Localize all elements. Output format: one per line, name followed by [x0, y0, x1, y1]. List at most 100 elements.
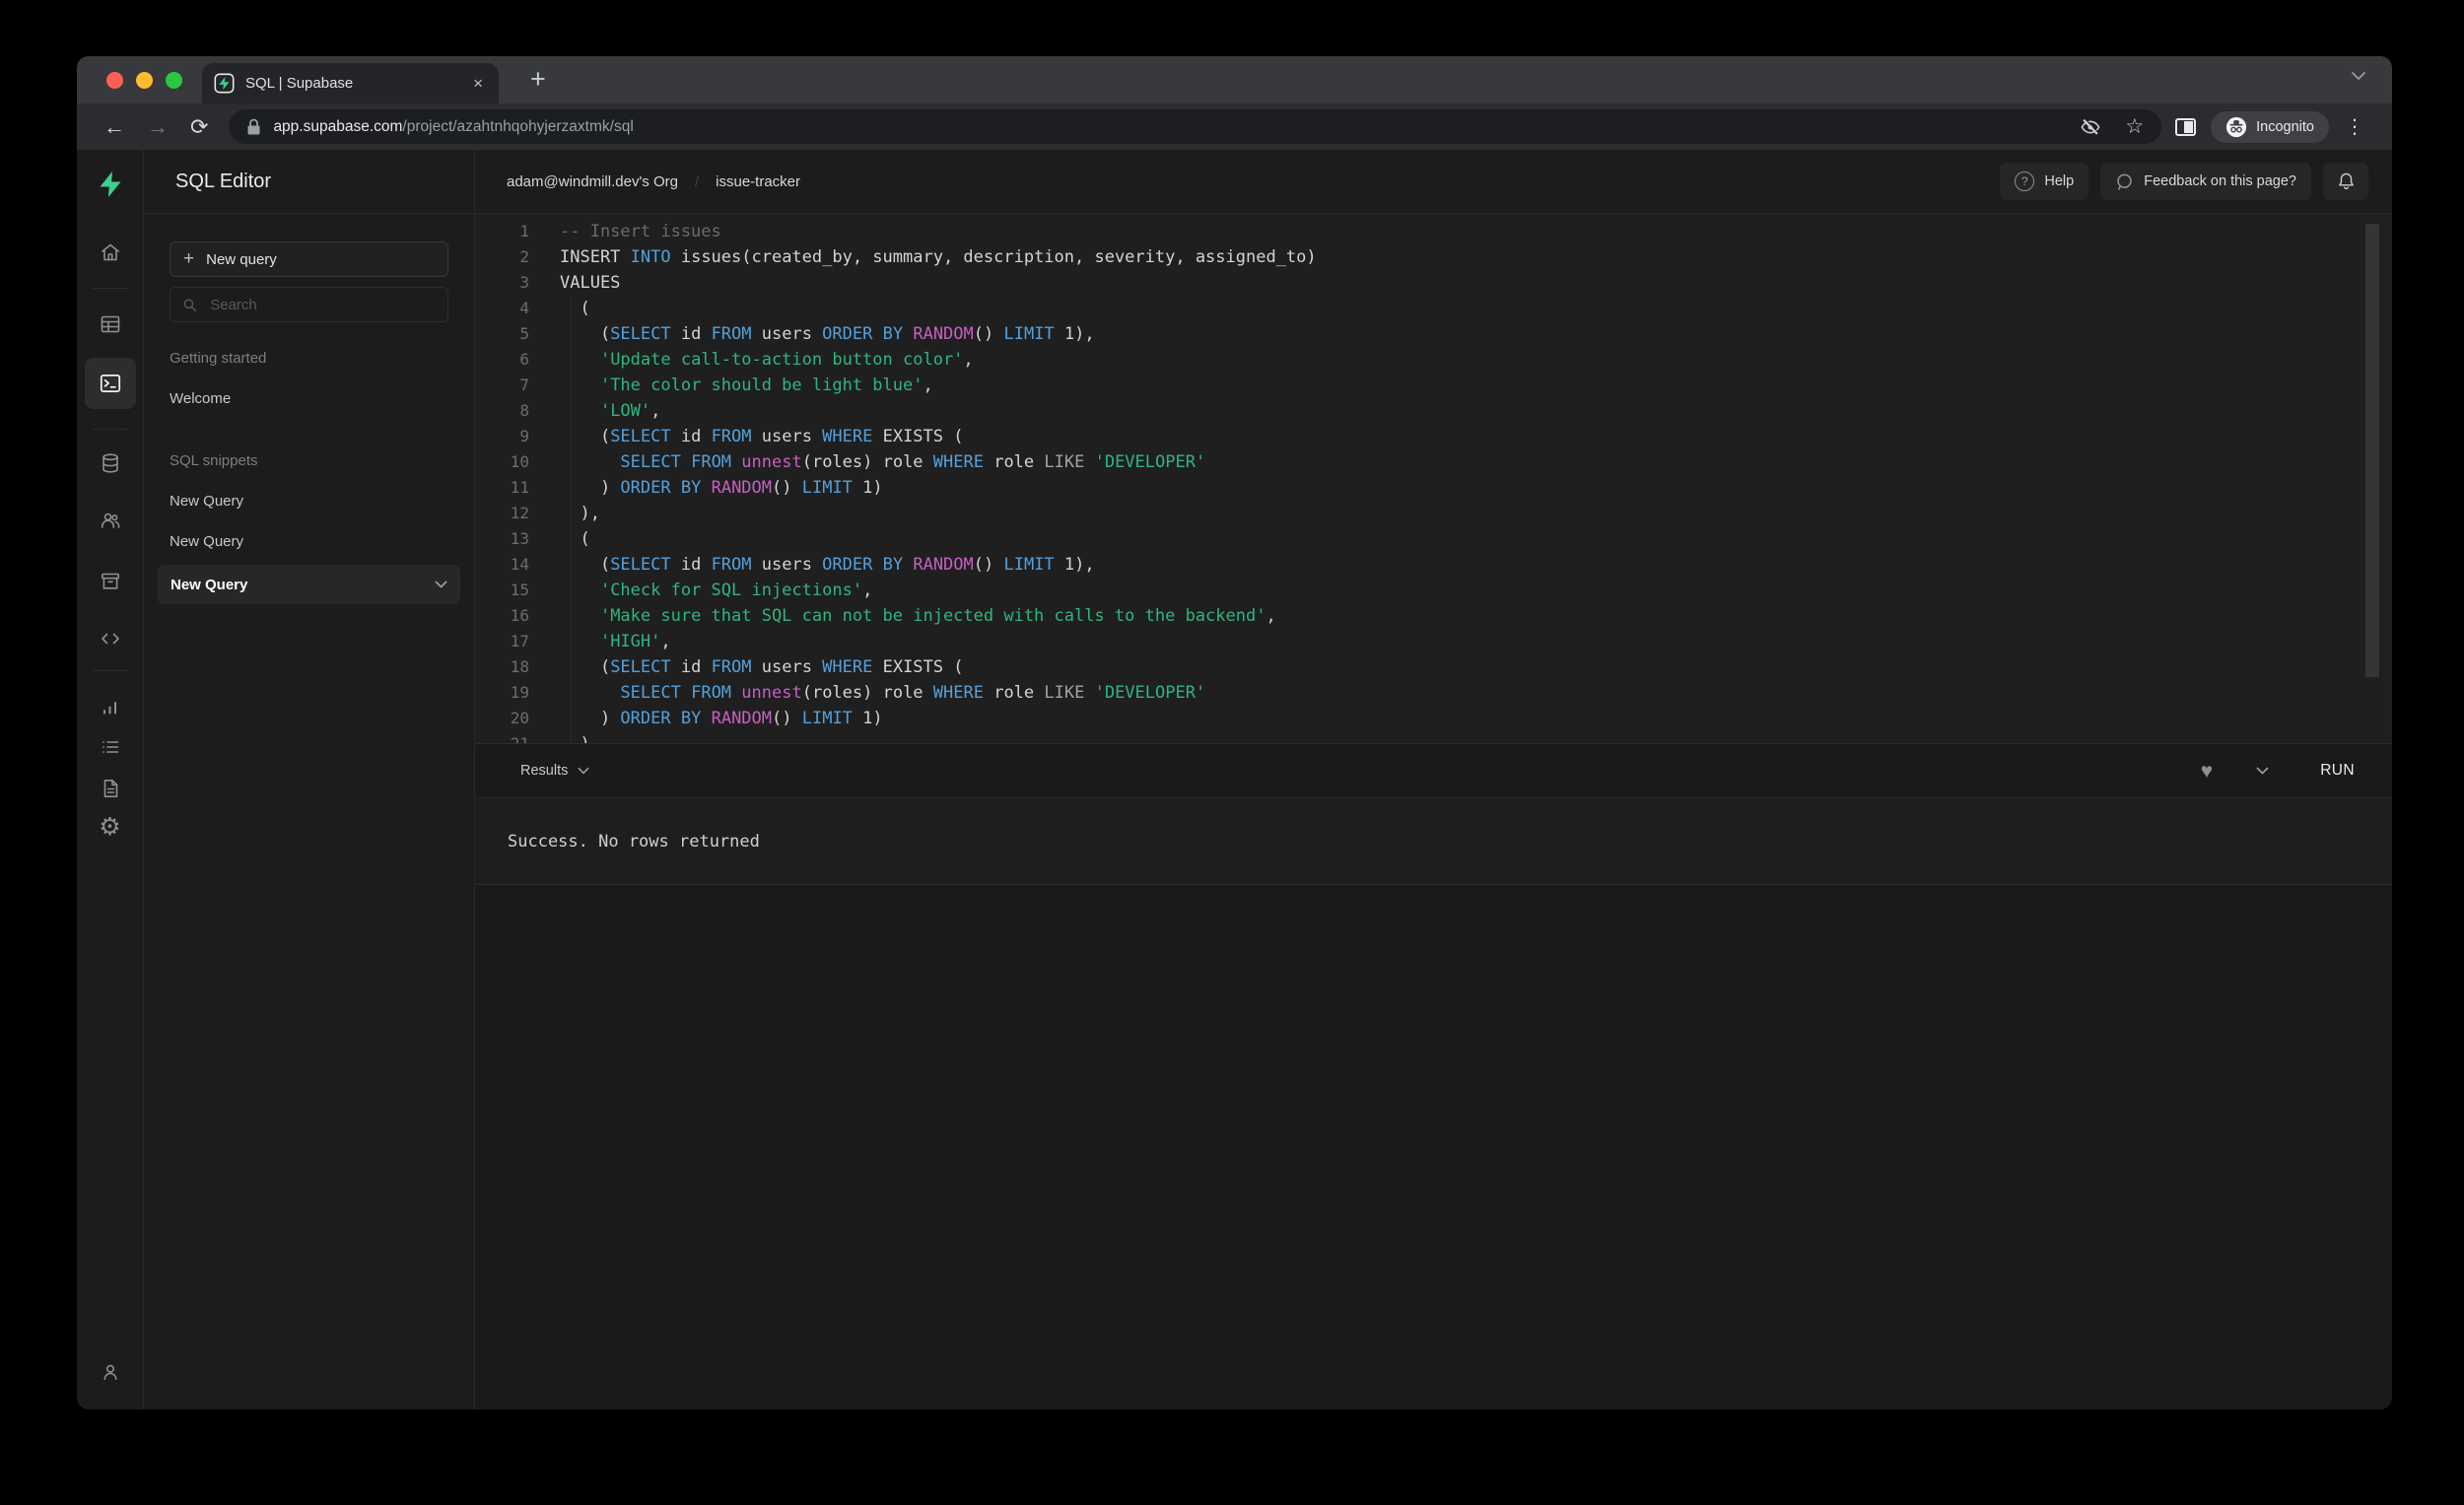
- sidebar-item-snippet[interactable]: New Query: [170, 533, 448, 550]
- tab-close-icon[interactable]: ×: [469, 73, 487, 94]
- line-number: 14: [510, 555, 529, 574]
- results-header: Results ♥ RUN: [475, 743, 2392, 798]
- code-line[interactable]: 16 'Make sure that SQL can not be inject…: [475, 603, 2392, 629]
- main-area: adam@windmill.dev's Org / issue-tracker …: [475, 150, 2392, 1409]
- side-panel-icon[interactable]: [2175, 117, 2197, 136]
- storage-archive-icon[interactable]: [99, 570, 122, 593]
- account-person-icon[interactable]: [99, 1360, 122, 1384]
- snippet-search[interactable]: [170, 287, 448, 322]
- editor-scrollbar[interactable]: [2365, 224, 2379, 677]
- panel-header: SQL Editor: [144, 150, 474, 214]
- code-line[interactable]: 1 -- Insert issues: [475, 219, 2392, 244]
- code-line[interactable]: 20 ) ORDER BY RANDOM() LIMIT 1): [475, 706, 2392, 731]
- chevron-down-icon[interactable]: [435, 581, 447, 588]
- sidebar-item-snippet-active[interactable]: New Query: [158, 565, 460, 604]
- browser-tab[interactable]: SQL | Supabase ×: [202, 63, 499, 103]
- tab-strip: SQL | Supabase × +: [77, 56, 2392, 103]
- search-input[interactable]: [208, 295, 436, 314]
- line-number: 2: [519, 247, 529, 266]
- line-number: 4: [519, 299, 529, 317]
- window-controls: [106, 72, 182, 89]
- code-editor[interactable]: 1 -- Insert issues 2 INSERT INTO issues(cre…: [475, 214, 2392, 743]
- run-options-chevron-icon[interactable]: [2256, 767, 2269, 775]
- line-number: 18: [510, 657, 529, 676]
- page-title: SQL Editor: [175, 170, 272, 192]
- supabase-app: ⚙ SQL Editor + New query Search Getting …: [77, 150, 2392, 1409]
- code-line[interactable]: 4 (: [475, 296, 2392, 321]
- bookmark-star-icon[interactable]: ☆: [2125, 116, 2144, 137]
- code-line[interactable]: 9 (SELECT id FROM users WHERE EXISTS (: [475, 424, 2392, 449]
- favorite-heart-icon[interactable]: ♥: [2201, 761, 2213, 782]
- home-icon[interactable]: [99, 240, 122, 264]
- feedback-button[interactable]: Feedback on this page?: [2100, 163, 2311, 200]
- zoom-window-button[interactable]: [166, 72, 182, 89]
- line-number: 20: [510, 709, 529, 727]
- bell-icon: [2338, 172, 2354, 190]
- results-dropdown[interactable]: Results: [520, 763, 589, 779]
- code-line[interactable]: 13 (: [475, 526, 2392, 552]
- url-text: app.supabase.com/project/azahtnhqohyjerz…: [273, 117, 634, 135]
- code-line[interactable]: 10 SELECT FROM unnest(roles) role WHERE …: [475, 449, 2392, 475]
- functions-code-icon[interactable]: [99, 627, 122, 650]
- supabase-logo-icon[interactable]: [96, 170, 125, 199]
- breadcrumb-project[interactable]: issue-tracker: [716, 173, 800, 190]
- incognito-spy-icon: [2226, 116, 2247, 137]
- line-number: 15: [510, 581, 529, 599]
- close-window-button[interactable]: [106, 72, 123, 89]
- back-icon[interactable]: ←: [93, 115, 136, 138]
- speech-bubble-icon: [2117, 173, 2132, 190]
- notifications-button[interactable]: [2323, 163, 2368, 200]
- auth-users-icon[interactable]: [99, 509, 122, 532]
- url-bar[interactable]: app.supabase.com/project/azahtnhqohyjerz…: [229, 109, 2162, 144]
- line-number: 16: [510, 606, 529, 625]
- search-icon: [183, 298, 197, 311]
- sql-editor-nav-active[interactable]: [84, 358, 136, 409]
- plus-icon: +: [183, 248, 195, 269]
- eye-off-icon[interactable]: [2080, 116, 2101, 138]
- logs-list-icon[interactable]: [99, 735, 122, 759]
- reports-chart-icon[interactable]: [99, 695, 122, 718]
- code-line[interactable]: 12 ),: [475, 501, 2392, 526]
- code-line[interactable]: 21 ),: [475, 731, 2392, 743]
- code-line[interactable]: 17 'HIGH',: [475, 629, 2392, 654]
- run-button[interactable]: RUN: [2320, 762, 2355, 780]
- docs-file-icon[interactable]: [99, 777, 122, 800]
- sidebar-item-welcome[interactable]: Welcome: [170, 390, 448, 407]
- minimize-window-button[interactable]: [136, 72, 153, 89]
- sidebar-item-snippet[interactable]: New Query: [170, 493, 448, 510]
- settings-gear-icon[interactable]: ⚙: [99, 814, 120, 839]
- sql-editor-terminal-icon: [100, 375, 120, 392]
- question-circle-icon: ?: [2015, 171, 2035, 191]
- incognito-badge: Incognito: [2211, 110, 2329, 143]
- line-number: 13: [510, 529, 529, 548]
- project-topbar: adam@windmill.dev's Org / issue-tracker …: [475, 150, 2392, 214]
- line-number: 6: [519, 350, 529, 369]
- browser-menu-icon[interactable]: ⋮: [2333, 114, 2376, 139]
- code-line[interactable]: 2 INSERT INTO issues(created_by, summary,…: [475, 244, 2392, 270]
- line-number: 21: [475, 731, 529, 743]
- reload-icon[interactable]: ⟳: [179, 115, 219, 138]
- new-query-button[interactable]: + New query: [170, 241, 448, 277]
- code-line[interactable]: 3 VALUES: [475, 270, 2392, 296]
- forward-icon[interactable]: →: [136, 115, 179, 138]
- breadcrumb-org[interactable]: adam@windmill.dev's Org: [507, 173, 678, 190]
- code-line[interactable]: 19 SELECT FROM unnest(roles) role WHERE …: [475, 680, 2392, 706]
- line-number: 3: [519, 273, 529, 292]
- results-message: Success. No rows returned: [508, 831, 760, 852]
- table-editor-icon[interactable]: [99, 312, 122, 336]
- browser-window: SQL | Supabase × + ← → ⟳ app.supabase.co…: [77, 56, 2392, 1409]
- code-line[interactable]: 7 'The color should be light blue',: [475, 373, 2392, 398]
- code-line[interactable]: 6 'Update call-to-action button color',: [475, 347, 2392, 373]
- code-line[interactable]: 14 (SELECT id FROM users ORDER BY RANDOM…: [475, 552, 2392, 578]
- tab-search-chevron-icon[interactable]: [2351, 71, 2366, 81]
- code-line[interactable]: 8 'LOW',: [475, 398, 2392, 424]
- browser-toolbar: ← → ⟳ app.supabase.com/project/azahtnhqo…: [77, 103, 2392, 150]
- code-line[interactable]: 18 (SELECT id FROM users WHERE EXISTS (: [475, 654, 2392, 680]
- new-tab-button[interactable]: +: [522, 62, 554, 97]
- database-icon[interactable]: [99, 451, 122, 475]
- code-line[interactable]: 15 'Check for SQL injections',: [475, 578, 2392, 603]
- code-line[interactable]: 5 (SELECT id FROM users ORDER BY RANDOM(…: [475, 321, 2392, 347]
- chevron-down-icon: [578, 767, 589, 775]
- help-button[interactable]: ? Help: [2000, 163, 2089, 200]
- code-line[interactable]: 11 ) ORDER BY RANDOM() LIMIT 1): [475, 475, 2392, 501]
